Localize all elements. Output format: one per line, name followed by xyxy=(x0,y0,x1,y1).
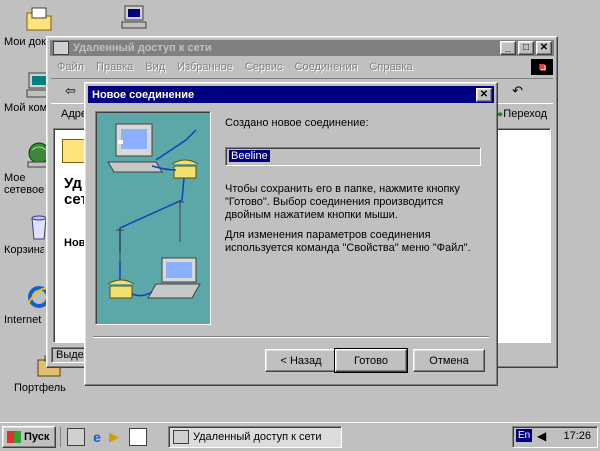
dialog-close-button[interactable]: ✕ xyxy=(476,87,492,102)
new-connection-dialog[interactable]: Новое соединение ✕ Создано новое соедине… xyxy=(84,82,498,386)
menu-tools[interactable]: Сервис xyxy=(239,61,289,73)
back-arrow-icon[interactable]: ⇦ xyxy=(65,83,76,99)
folder-icon xyxy=(24,4,54,34)
volume-icon[interactable]: ◀ xyxy=(537,429,546,443)
menu-view[interactable]: Вид xyxy=(139,61,171,73)
network-icon xyxy=(119,2,149,32)
menu-edit[interactable]: Правка xyxy=(90,61,139,73)
windows-flag-icon xyxy=(7,431,21,443)
taskbar: Пуск e ▶ Удаленный доступ к сети En ◀ 17… xyxy=(0,422,600,451)
close-button[interactable]: ✕ xyxy=(536,41,552,55)
menu-connections[interactable]: Соединения xyxy=(289,61,364,73)
start-button[interactable]: Пуск xyxy=(2,426,56,448)
media-player-icon[interactable]: ▶ xyxy=(109,429,125,445)
instruction-text-1: Чтобы сохранить его в папке, нажмите кно… xyxy=(225,183,460,221)
menu-file[interactable]: Файл xyxy=(51,61,90,73)
minimize-button[interactable]: _ xyxy=(500,41,516,55)
window-titlebar[interactable]: Удаленный доступ к сети _ □ ✕ xyxy=(50,40,554,56)
internet-explorer-quick-icon[interactable]: e xyxy=(89,429,105,445)
taskbar-task-remote-access[interactable]: Удаленный доступ к сети xyxy=(168,426,342,448)
windows-logo-icon: ■ xyxy=(531,59,553,75)
clock: 17:26 xyxy=(563,430,591,442)
wizard-illustration xyxy=(95,111,211,325)
desktop-shortcut-icon[interactable] xyxy=(67,428,85,446)
quick-launch: e ▶ xyxy=(60,427,147,447)
menu-help[interactable]: Справка xyxy=(363,61,418,73)
maximize-button[interactable]: □ xyxy=(518,41,534,55)
dialog-title: Новое соединение xyxy=(92,88,195,101)
desktop-icon-label: Корзина xyxy=(4,244,44,256)
go-button[interactable]: Переход xyxy=(503,108,547,120)
task-app-icon xyxy=(173,430,189,444)
undo-icon[interactable]: ↶ xyxy=(512,83,523,99)
instruction-text-2: Для изменения параметров соединения испо… xyxy=(225,229,471,254)
back-button[interactable]: < Назад xyxy=(265,349,337,372)
start-label: Пуск xyxy=(24,431,50,443)
task-label: Удаленный доступ к сети xyxy=(193,431,322,443)
menu-favorites[interactable]: Избранное xyxy=(171,61,239,73)
cancel-button[interactable]: Отмена xyxy=(413,349,485,372)
connection-name-value: Beeline xyxy=(229,150,270,162)
finish-button[interactable]: Готово xyxy=(334,348,408,373)
channels-icon[interactable] xyxy=(129,428,147,446)
folder-item-new[interactable]: Нов xyxy=(64,237,85,249)
desktop-icon-label: Internet Explorer xyxy=(4,314,44,326)
connection-name-field[interactable]: Beeline xyxy=(225,147,481,166)
desktop-icon-label: Портфель xyxy=(14,382,66,394)
desktop-icon-label: Мое сетевое окружение xyxy=(4,172,44,196)
desktop-icon-network-shortcut[interactable] xyxy=(104,2,164,34)
system-tray: En ◀ 17:26 xyxy=(512,426,598,448)
folder-webview-icon xyxy=(62,139,86,163)
window-title: Удаленный доступ к сети xyxy=(73,42,212,54)
language-indicator[interactable]: En xyxy=(516,429,533,442)
dialog-separator xyxy=(93,336,489,338)
created-label: Создано новое соединение: xyxy=(225,117,369,129)
folder-heading-line1: Уд xyxy=(64,175,82,192)
menu-bar: Файл Правка Вид Избранное Сервис Соедине… xyxy=(51,58,553,76)
window-app-icon xyxy=(53,41,69,55)
dialog-titlebar[interactable]: Новое соединение ✕ xyxy=(88,86,494,103)
